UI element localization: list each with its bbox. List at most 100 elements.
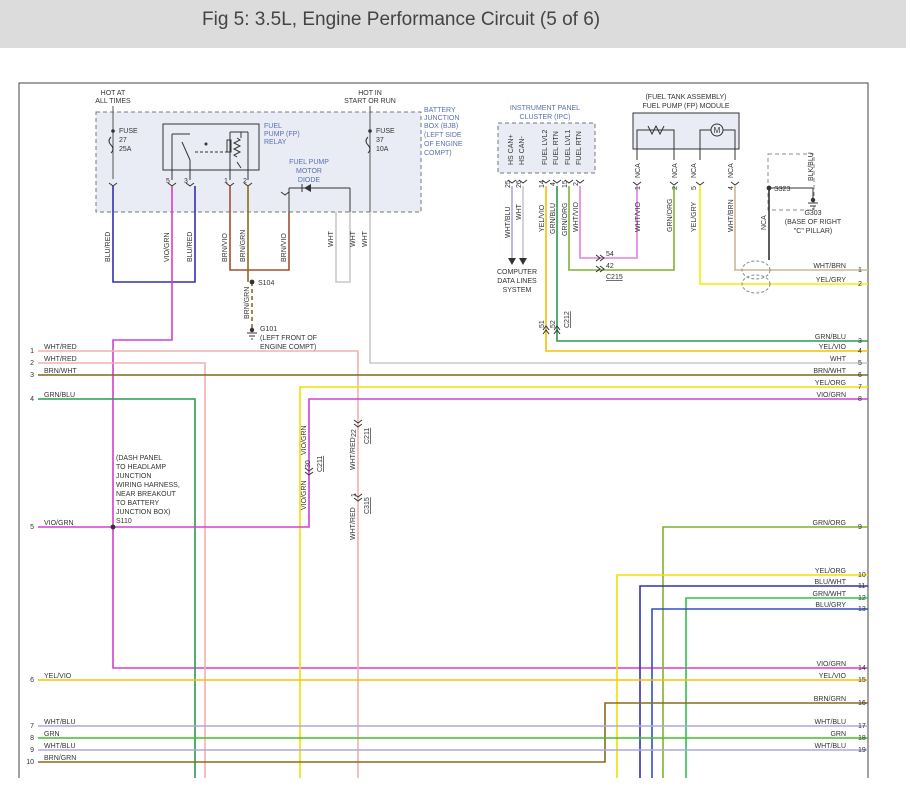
c215-pin42-label: 42	[606, 263, 614, 270]
bjb-label-2: BOX (BJB)	[424, 123, 458, 130]
all-times-label: ALL TIMES	[95, 98, 131, 105]
right-wire-color-label: GRN/BLU	[815, 334, 846, 341]
left-wire-color-label: VIO/GRN	[44, 520, 74, 527]
right-wire-number: 16	[858, 700, 866, 707]
vlabel-vio-grn-lower: VIO/GRN	[301, 480, 308, 510]
right-wire-number: 3	[858, 338, 862, 345]
g101-label-1: (LEFT FRONT OF	[260, 335, 317, 342]
ipc-pin-name-3: FUEL RTN	[553, 131, 560, 165]
fuse37-amp: 10A	[376, 146, 389, 153]
left-wire-color-label: GRN/BLU	[44, 392, 75, 399]
fuse37-node	[368, 129, 372, 133]
right-wire-color-label: BRN/WHT	[813, 368, 846, 375]
wiring-diagram: HOT AT ALL TIMES HOT IN START OR RUN FUS…	[18, 82, 869, 778]
relay-label-1: PUMP (FP)	[264, 131, 300, 138]
s104-wire-label: BRN/GRN	[244, 287, 251, 319]
ipc-wire-0: WHT/BLU	[505, 207, 512, 239]
vlabel-wht-red-upper: WHT/RED	[350, 437, 357, 470]
ipc-title-0: INSTRUMENT PANEL	[510, 105, 580, 112]
right-wire-number: 13	[858, 606, 866, 613]
ipc-wire-1: WHT	[516, 203, 523, 220]
s110-label-0: (DASH PANEL	[116, 455, 162, 462]
wht-red-wire-2	[38, 362, 206, 778]
right-wire-number: 7	[858, 384, 862, 391]
left-wire-color-label: YEL/VIO	[44, 673, 72, 680]
relay-label-0: FUEL	[264, 123, 282, 130]
ipc-wire-2: YEL/VIO	[539, 204, 546, 232]
right-wire-number: 12	[858, 595, 866, 602]
vlabel-wht-red-lower: WHT/RED	[350, 507, 357, 540]
fp-pin-4: 4	[728, 186, 735, 190]
brn-grn-wire-16	[38, 702, 868, 763]
ipc-pin-25: 25	[505, 180, 512, 188]
left-wire-number: 3	[30, 372, 34, 379]
right-wire-number: 2	[858, 281, 862, 288]
fuse27-num: 27	[119, 137, 127, 144]
right-wire-number: 15	[858, 677, 866, 684]
right-wire-color-label: GRN	[830, 731, 846, 738]
left-wire-color-label: BRN/WHT	[44, 368, 77, 375]
s323-label: S323	[774, 186, 790, 193]
ipc-wire-4: GRN/ORG	[562, 203, 569, 236]
wht-loop	[335, 212, 351, 283]
bjb-wire-label-7: WHT	[350, 230, 357, 247]
s110-label-5: TO BATTERY	[116, 500, 160, 507]
c211-pin-30-label: 30	[305, 460, 312, 468]
ground-nca-label: NCA	[761, 215, 768, 230]
bjb-label-0: BATTERY	[424, 107, 456, 114]
right-wire-color-label: WHT	[830, 356, 847, 363]
fp-nca-2: NCA	[672, 163, 679, 178]
bjb-wire-label-1: VIO/GRN	[164, 232, 171, 262]
fp-nca-4: NCA	[728, 163, 735, 178]
diode-label-1: MOTOR	[296, 168, 322, 175]
start-run-label: START OR RUN	[344, 98, 396, 105]
fp-nca-5: NCA	[691, 163, 698, 178]
right-wire-number: 6	[858, 372, 862, 379]
fp-wire-1: GRN/ORG	[667, 199, 674, 232]
fp-wire-3: WHT/BRN	[728, 199, 735, 232]
fp-module-title-1: FUEL PUMP (FP) MODULE	[642, 103, 729, 110]
left-wire-color-label: GRN	[44, 731, 60, 738]
splice-s110	[110, 524, 116, 530]
bjb-wire-label-5: BRN/VIO	[281, 233, 288, 262]
right-wire-color-label: VIO/GRN	[816, 392, 846, 399]
fp-pin-1: 1	[635, 186, 642, 190]
c212-label: C212	[564, 311, 571, 328]
wht-red-wire-1	[38, 350, 359, 778]
fp-module-title-0: (FUEL TANK ASSEMBLY)	[645, 94, 726, 101]
g101-icon	[247, 332, 257, 340]
right-wire-number: 9	[858, 524, 862, 531]
g303-ground	[810, 197, 816, 203]
s110-label-1: TO HEADLAMP	[116, 464, 166, 471]
ipc-wire-5: WHT/VIO	[573, 202, 580, 232]
g303-label-0: G303	[804, 210, 821, 217]
s110-label-3: WIRING HARNESS,	[116, 482, 180, 489]
diode-label-2: DIODE	[298, 177, 321, 184]
g101-label-0: G101	[260, 326, 277, 333]
right-wire-color-label: YEL/VIO	[819, 673, 847, 680]
fuse27-amp: 25A	[119, 146, 132, 153]
bjb-wire-label-3: BRN/VIO	[222, 233, 229, 262]
splice-s104	[249, 279, 255, 285]
right-wire-color-label: BRN/GRN	[814, 696, 846, 703]
fuse37-num: 37	[376, 137, 384, 144]
bjb-label-5: COMPT)	[424, 150, 452, 157]
c211-label-a: C211	[317, 456, 324, 472]
left-wire-number: 6	[30, 677, 34, 684]
yel-org-wire-7	[299, 386, 868, 778]
s110-label-7: S110	[116, 518, 132, 525]
right-wire-color-label: BLU/WHT	[815, 579, 847, 586]
c215-pin-42	[595, 265, 605, 273]
right-wire-number: 19	[858, 747, 866, 754]
left-wire-number: 5	[30, 524, 34, 531]
c215-label: C215	[606, 274, 623, 281]
left-wire-number: 2	[30, 360, 34, 367]
blk-blu-label: BLK/BLU	[808, 152, 815, 181]
right-wire-color-label: YEL/ORG	[815, 380, 846, 387]
ipc-pin-name-4: FUEL LVL1	[565, 129, 572, 165]
right-wire-color-label: YEL/VIO	[819, 344, 847, 351]
bjb-wire-label-0: BLU/RED	[105, 232, 112, 262]
right-wire-number: 11	[858, 583, 865, 590]
fuse37-label: FUSE	[376, 128, 395, 135]
right-wire-number: 14	[858, 665, 866, 672]
